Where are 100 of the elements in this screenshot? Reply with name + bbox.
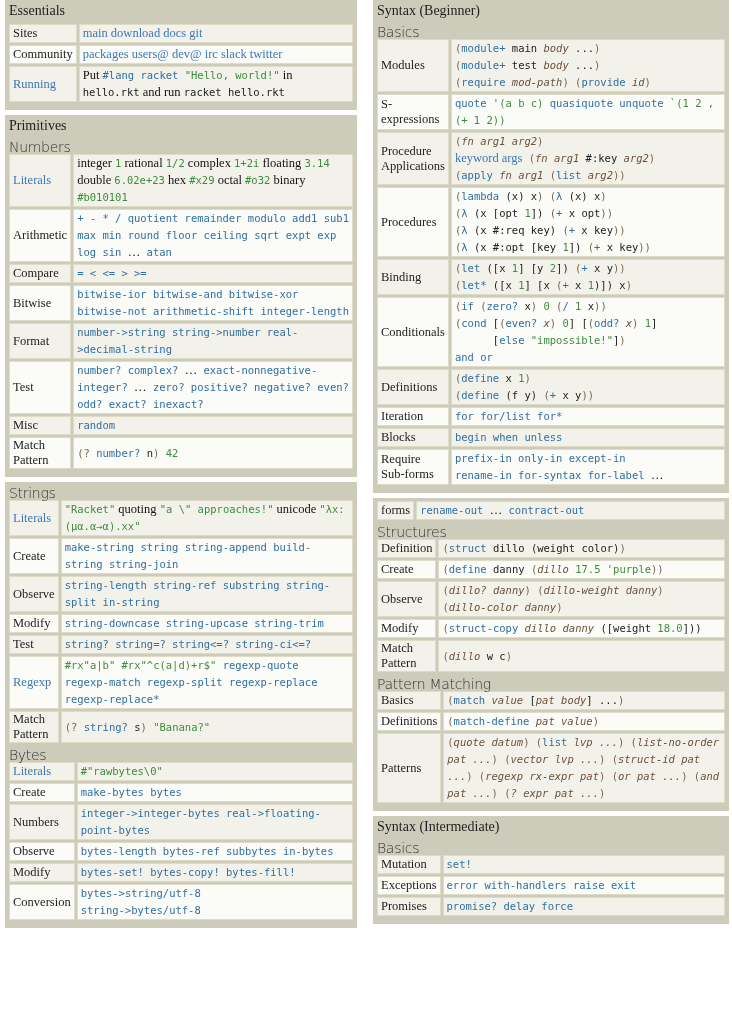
subsection-heading: Basics [377, 24, 421, 40]
code-cell: bytes-length bytes-ref subbytes in-bytes [76, 842, 353, 861]
link[interactable]: packages [82, 47, 129, 61]
code-cell: (match value [pat body] ...) [443, 691, 725, 710]
subsection-heading: Strings [9, 485, 57, 501]
code-cell: "Racket" quoting "a \" approaches!" unicode "λx:(μα.α→α).xx" [60, 500, 353, 536]
row-label: Observe [9, 576, 59, 612]
code-cell: (? string? s) "Banana?" [60, 711, 353, 743]
row-label: Test [9, 361, 72, 414]
row-label-link[interactable]: Literals [9, 762, 75, 781]
row-label: Create [9, 783, 75, 802]
subsection-heading: Bytes [9, 747, 48, 763]
row-label: Format [9, 323, 72, 359]
subsection-heading: Structures [377, 524, 448, 540]
row-label: Blocks [377, 428, 449, 447]
row-label: Definitions [377, 369, 449, 405]
row-label: S-expressions [377, 94, 449, 130]
link[interactable]: git [189, 26, 203, 40]
code-cell: prefix-in only-in except-in rename-in for-syntax for-label … [450, 449, 725, 485]
section-title: Syntax (Intermediate) [377, 818, 501, 836]
code-cell: error with-handlers raise exit [442, 876, 725, 895]
row-label: Binding [377, 259, 449, 295]
row-label-link[interactable]: Literals [9, 500, 59, 536]
row-label: Patterns [377, 733, 442, 803]
row-label: Observe [9, 842, 75, 861]
code-cell: set! [442, 855, 725, 874]
code-cell: begin when unless [450, 428, 725, 447]
row-label-link[interactable]: Running [9, 66, 77, 102]
row-label: Community [9, 45, 77, 64]
row-label: Definitions [377, 712, 442, 731]
row-label: Require Sub-forms [377, 449, 449, 485]
row-label: Exceptions [377, 876, 441, 895]
code-cell: (match-define pat value) [443, 712, 725, 731]
link[interactable]: docs [163, 26, 187, 40]
row-label: Match Pattern [9, 711, 59, 743]
row-label: Arithmetic [9, 209, 72, 262]
link[interactable]: users@ [131, 47, 169, 61]
row-label: Modify [9, 614, 59, 633]
row-label: Match Pattern [9, 437, 72, 469]
row-label-link[interactable]: Literals [9, 154, 72, 207]
code-cell: #rx"a|b" #rx"^c(a|d)+r$" regexp-quote regexp-match regexp-split regexp-replace regexp-replace* [60, 656, 353, 709]
row-label: Create [377, 560, 437, 579]
section-title: Essentials [9, 2, 66, 20]
code-cell: (let ([x 1] [y 2]) (+ x y)) (let* ([x 1] [x (+ x 1)]) x) [450, 259, 725, 295]
row-label: Modules [377, 39, 449, 92]
code-cell: (quote datum) (list lvp ...) (list-no-order pat ...) (vector lvp ...) (struct-id pat ...) (regexp rx-expr pat) (or pat ...) (and pat ...) (? expr pat ...) [443, 733, 725, 803]
code-cell: promise? delay force [442, 897, 725, 916]
code-cell: (dillo? danny) (dillo-weight danny) (dillo-color danny) [438, 581, 725, 617]
code-cell: #"rawbytes\0" [76, 762, 353, 781]
code-cell: + - * / quotient remainder modulo add1 sub1 max min round floor ceiling sqrt expt exp log sin … atan [73, 209, 353, 262]
row-label: Compare [9, 264, 72, 283]
subsection-heading: Basics [377, 840, 421, 856]
code-cell: (? number? n) 42 [73, 437, 353, 469]
code-cell: random [73, 416, 353, 435]
code-cell: Put #lang racket "Hello, world!" in hello.rkt and run racket hello.rkt [78, 66, 353, 102]
link[interactable]: keyword args [454, 151, 523, 165]
code-cell: for for/list for* [450, 407, 725, 426]
row-label: Misc [9, 416, 72, 435]
subsection-heading: Pattern Matching [377, 676, 492, 692]
code-cell: bytes-set! bytes-copy! bytes-fill! [76, 863, 353, 882]
code-cell: quote '(a b c) quasiquote unquote `(1 2 ,(+ 1 2)) [450, 94, 725, 130]
link[interactable]: main [82, 26, 108, 40]
row-label: Bitwise [9, 285, 72, 321]
code-cell: (define danny (dillo 17.5 'purple)) [438, 560, 725, 579]
section-title: Primitives [9, 117, 68, 135]
row-label: Iteration [377, 407, 449, 426]
code-cell: (struct dillo (weight color)) [438, 539, 725, 558]
section-title: Syntax (Beginner) [377, 2, 482, 20]
code-cell: = < <= > >= [73, 264, 353, 283]
row-label: Create [9, 538, 59, 574]
link[interactable]: download [110, 26, 161, 40]
link[interactable]: irc [204, 47, 218, 61]
row-label: Sites [9, 24, 77, 43]
row-label: Observe [377, 581, 437, 617]
row-label: Mutation [377, 855, 441, 874]
row-label: Promises [377, 897, 441, 916]
row-label: Test [9, 635, 59, 654]
row-label: Definition [377, 539, 437, 558]
row-label: Basics [377, 691, 442, 710]
code-cell: bytes->string/utf-8 string->bytes/utf-8 [76, 884, 353, 920]
row-label: Procedure Applications [377, 132, 449, 185]
code-cell: string? string=? string<=? string-ci<=? [60, 635, 353, 654]
row-label: Modify [377, 619, 437, 638]
link[interactable]: slack [221, 47, 247, 61]
link[interactable]: dev@ [172, 47, 202, 61]
row-label: Conditionals [377, 297, 449, 367]
code-cell: rename-out … contract-out [416, 501, 725, 520]
code-cell: integer 1 rational 1/2 complex 1+2i floating 3.14 double 6.02e+23 hex #x29 octal #o32 binary #b010101 [73, 154, 353, 207]
row-label: Conversion [9, 884, 75, 920]
link[interactable]: twitter [249, 47, 283, 61]
row-label: Modify [9, 863, 75, 882]
row-label-link[interactable]: Regexp [9, 656, 59, 709]
code-cell: (struct-copy dillo danny ([weight 18.0])) [438, 619, 725, 638]
code-cell: (define x 1) (define (f y) (+ x y)) [450, 369, 725, 405]
row-label: Numbers [9, 804, 75, 840]
code-cell: make-bytes bytes [76, 783, 353, 802]
code-cell: (module+ main body ...) (module+ test body ...) (require mod-path) (provide id) [450, 39, 725, 92]
subsection-heading: Numbers [9, 139, 72, 155]
code-cell: (lambda (x) x) (λ (x) x) (λ (x [opt 1]) (+ x opt)) (λ (x #:req key) (+ x key)) (λ (x #:opt [key 1]) (+ x key)) [450, 187, 725, 257]
row-label: Match Pattern [377, 640, 437, 672]
